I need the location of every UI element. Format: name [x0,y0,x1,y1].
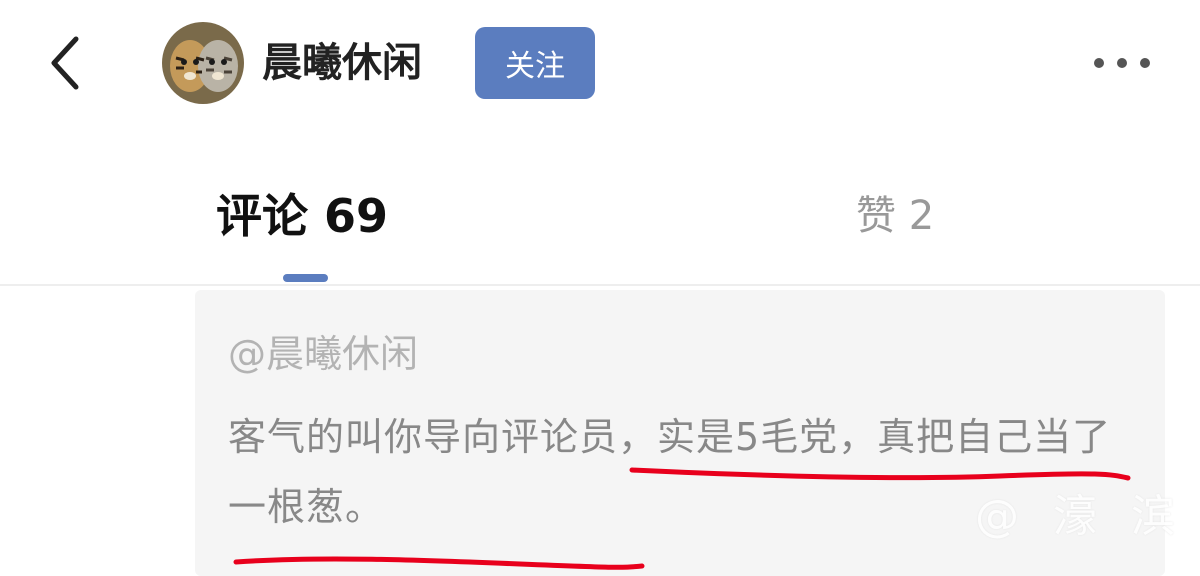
tab-likes[interactable]: 赞 2 [856,188,934,244]
follow-button[interactable]: 关注 [475,27,595,99]
active-tab-indicator [283,274,328,282]
comment-detail-screen: 晨曦休闲 关注 评论 69 赞 2 @晨曦休闲 客气的叫你导向评论员，实是5毛党… [0,0,1200,576]
chevron-left-icon [51,36,79,90]
watermark: @ 濠 滨 [975,491,1185,542]
more-dot [1117,58,1127,68]
more-dot [1094,58,1104,68]
tab-bar: 评论 69 赞 2 [0,170,1200,286]
tab-comments[interactable]: 评论 69 [216,188,388,244]
back-button[interactable] [34,28,94,98]
more-button[interactable] [1086,40,1158,86]
more-dot [1140,58,1150,68]
avatar[interactable] [162,22,244,104]
top-bar: 晨曦休闲 关注 [0,0,1200,130]
username[interactable]: 晨曦休闲 [262,33,422,93]
quoted-author[interactable]: @晨曦休闲 [228,326,418,382]
